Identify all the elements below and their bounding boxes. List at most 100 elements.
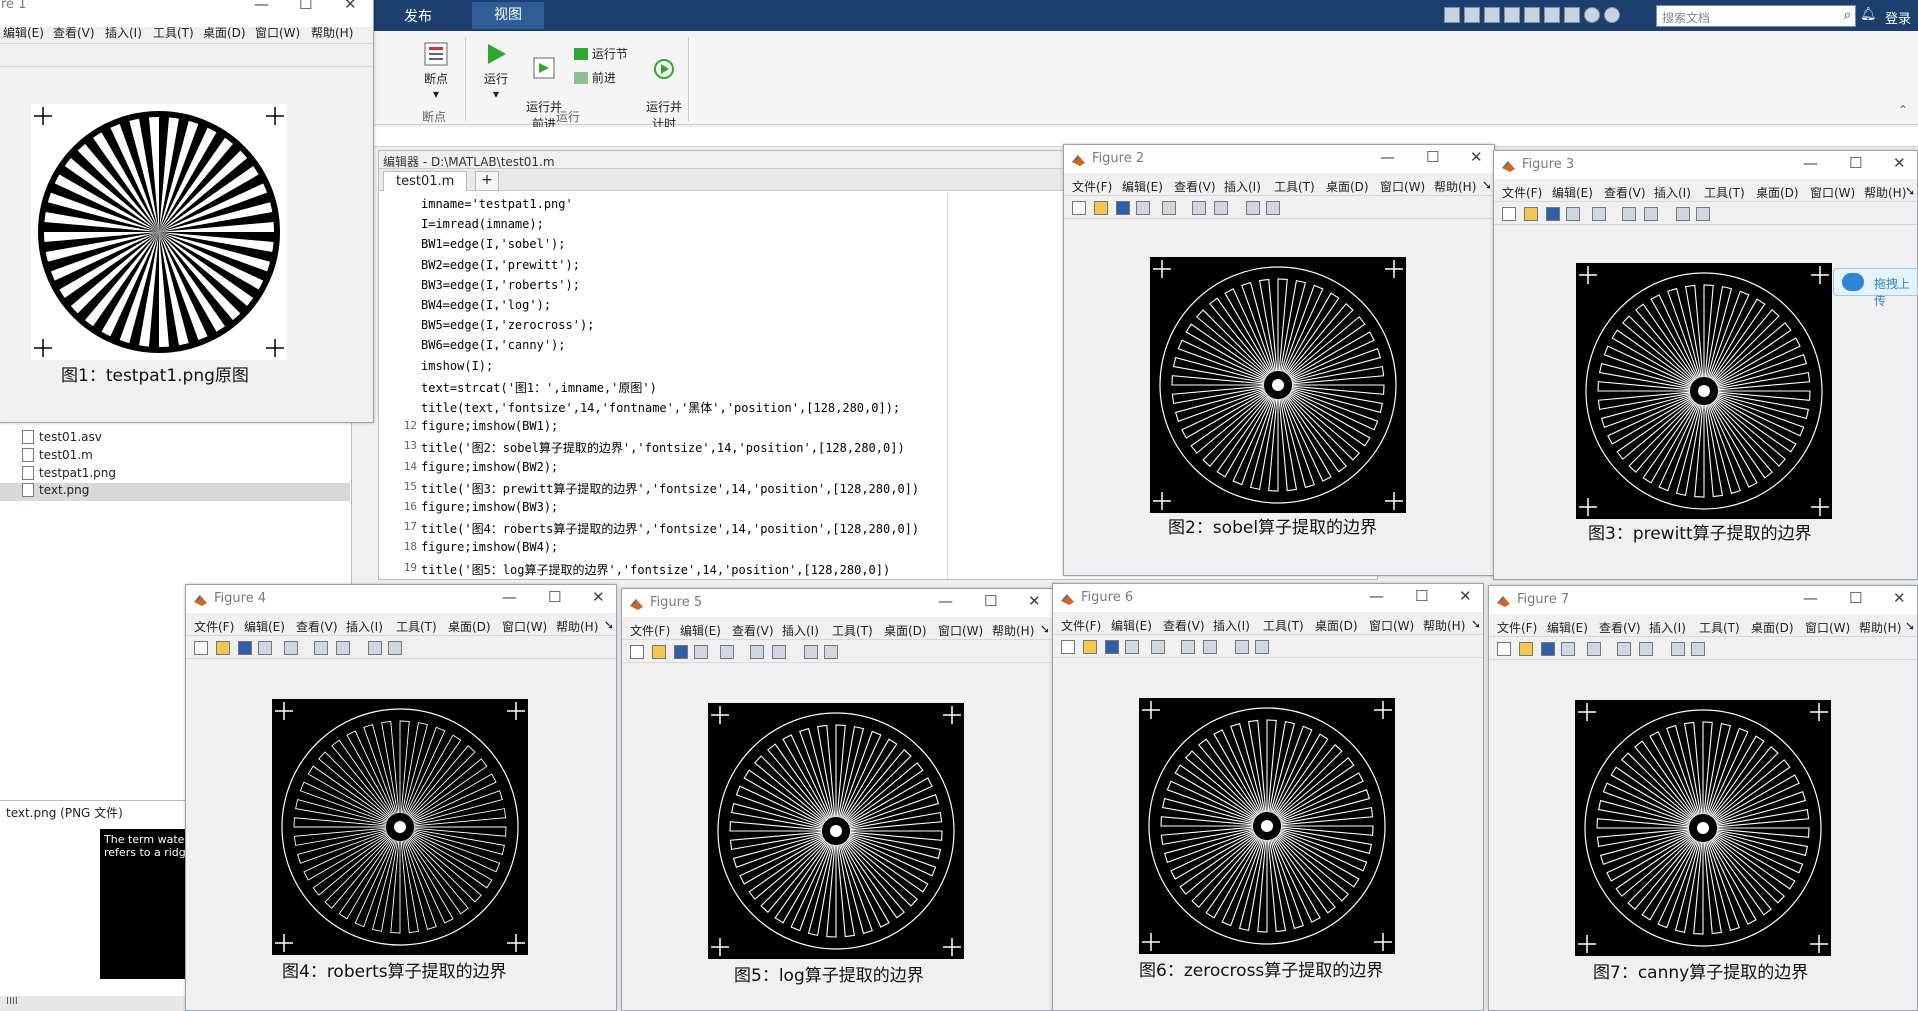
notification-icon[interactable]: 🔔︎ <box>1860 7 1877 22</box>
menu-more-icon[interactable]: ➘ <box>1471 617 1481 631</box>
menu-item[interactable]: 编辑(E) <box>1547 619 1588 636</box>
menu-item[interactable]: 插入(I) <box>1224 178 1261 195</box>
options-icon[interactable] <box>1604 7 1620 23</box>
menu-item[interactable]: 编辑(E) <box>1111 617 1152 634</box>
close-icon[interactable]: ✕ <box>1893 589 1906 607</box>
open-icon[interactable] <box>1083 640 1097 654</box>
open-icon[interactable] <box>216 641 230 655</box>
legend-icon[interactable] <box>1203 640 1217 654</box>
close-icon[interactable]: ✕ <box>592 588 605 606</box>
close-icon[interactable]: ✕ <box>344 0 357 13</box>
colorbar-icon[interactable] <box>1617 642 1631 656</box>
print-icon[interactable] <box>1136 201 1150 215</box>
save-icon[interactable] <box>1541 642 1555 656</box>
copy-icon[interactable] <box>1484 7 1500 23</box>
menu-item[interactable]: 帮助(H) <box>1423 617 1465 634</box>
search-docs-input[interactable]: 搜索文档 ⌕ <box>1656 5 1856 27</box>
print-icon[interactable] <box>258 641 272 655</box>
menu-item[interactable]: 窗口(W) <box>1369 617 1414 634</box>
menu-item[interactable]: 查看(V) <box>732 622 774 639</box>
pointer-icon[interactable] <box>1671 642 1685 656</box>
property-icon[interactable] <box>388 641 402 655</box>
colorbar-icon[interactable] <box>1192 201 1206 215</box>
maximize-icon[interactable]: ☐ <box>1415 587 1428 605</box>
advance-button[interactable]: 前进 <box>574 69 644 86</box>
legend-icon[interactable] <box>1639 642 1653 656</box>
save-icon[interactable] <box>1116 201 1130 215</box>
menu-more-icon[interactable]: ➘ <box>604 618 614 632</box>
menu-item[interactable]: 桌面(D) <box>1315 617 1358 634</box>
menu-edit[interactable]: 编辑(E) <box>3 24 44 41</box>
menu-item[interactable]: 窗口(W) <box>1805 619 1850 636</box>
menu-item[interactable]: 桌面(D) <box>1751 619 1794 636</box>
menu-item[interactable]: 帮助(H) <box>992 622 1034 639</box>
undo-icon[interactable] <box>1524 7 1540 23</box>
menu-item[interactable]: 窗口(W) <box>1380 178 1425 195</box>
maximize-icon[interactable]: ☐ <box>1849 154 1862 172</box>
tab-publish[interactable]: 发布 <box>404 6 432 26</box>
search-icon[interactable]: ⌕ <box>1844 8 1851 23</box>
new-figure-icon[interactable] <box>1072 201 1086 215</box>
menu-item[interactable]: 工具(T) <box>1274 178 1315 195</box>
link-icon[interactable] <box>1151 640 1165 654</box>
run-section-button[interactable]: 运行节 <box>574 45 644 62</box>
menu-item[interactable]: 桌面(D) <box>1326 178 1369 195</box>
run-button[interactable]: 运行 ▾ <box>476 41 516 101</box>
pointer-icon[interactable] <box>1246 201 1260 215</box>
menu-item[interactable]: 文件(F) <box>1497 619 1537 636</box>
save-icon[interactable] <box>1546 207 1560 221</box>
file-item[interactable]: test01.m <box>22 448 93 462</box>
menu-item[interactable]: 文件(F) <box>630 622 670 639</box>
close-icon[interactable]: ✕ <box>1028 592 1041 610</box>
save-icon[interactable] <box>674 645 688 659</box>
menu-desktop[interactable]: 桌面(D) <box>203 24 246 41</box>
minimize-icon[interactable]: — <box>1803 589 1818 607</box>
menu-item[interactable]: 文件(F) <box>1061 617 1101 634</box>
menu-item[interactable]: 桌面(D) <box>1756 184 1799 201</box>
menu-item[interactable]: 查看(V) <box>1604 184 1646 201</box>
menu-item[interactable]: 插入(I) <box>346 618 383 635</box>
menu-item[interactable]: 查看(V) <box>1163 617 1205 634</box>
tab-test01[interactable]: test01.m <box>383 171 468 191</box>
print-icon[interactable] <box>1125 640 1139 654</box>
open-icon[interactable] <box>652 645 666 659</box>
minimize-icon[interactable]: — <box>1369 587 1384 605</box>
maximize-icon[interactable]: ☐ <box>984 592 997 610</box>
property-icon[interactable] <box>1255 640 1269 654</box>
maximize-icon[interactable]: ☐ <box>548 588 561 606</box>
menu-item[interactable]: 帮助(H) <box>1859 619 1901 636</box>
menu-item[interactable]: 查看(V) <box>1599 619 1641 636</box>
menu-item[interactable]: 工具(T) <box>1699 619 1740 636</box>
menu-item[interactable]: 编辑(E) <box>1552 184 1593 201</box>
help-icon[interactable] <box>1584 7 1600 23</box>
menu-item[interactable]: 文件(F) <box>1072 178 1112 195</box>
redo-icon[interactable] <box>1544 7 1560 23</box>
menu-insert[interactable]: 插入(I) <box>105 24 142 41</box>
menu-item[interactable]: 插入(I) <box>782 622 819 639</box>
open-icon[interactable] <box>1094 201 1108 215</box>
menu-more-icon[interactable]: ➘ <box>1482 178 1492 192</box>
property-icon[interactable] <box>1696 207 1710 221</box>
legend-icon[interactable] <box>1644 207 1658 221</box>
menu-help[interactable]: 帮助(H) <box>311 24 353 41</box>
colorbar-icon[interactable] <box>750 645 764 659</box>
new-figure-icon[interactable] <box>1502 207 1516 221</box>
menu-item[interactable]: 帮助(H) <box>1434 178 1476 195</box>
menu-item[interactable]: 插入(I) <box>1654 184 1691 201</box>
file-item[interactable]: test01.asv <box>22 430 102 444</box>
print-icon[interactable] <box>1566 207 1580 221</box>
link-icon[interactable] <box>284 641 298 655</box>
menu-item[interactable]: 工具(T) <box>396 618 437 635</box>
collapse-ribbon-icon[interactable]: ⌃ <box>1898 103 1908 117</box>
new-figure-icon[interactable] <box>194 641 208 655</box>
colorbar-icon[interactable] <box>314 641 328 655</box>
menu-item[interactable]: 窗口(W) <box>502 618 547 635</box>
menu-item[interactable]: 编辑(E) <box>680 622 721 639</box>
menu-item[interactable]: 帮助(H) <box>556 618 598 635</box>
close-icon[interactable]: ✕ <box>1893 154 1906 172</box>
menu-item[interactable]: 帮助(H) <box>1864 184 1906 201</box>
paste-icon[interactable] <box>1504 7 1520 23</box>
menu-item[interactable]: 工具(T) <box>832 622 873 639</box>
new-figure-icon[interactable] <box>630 645 644 659</box>
tab-view[interactable]: 视图 <box>472 2 544 29</box>
